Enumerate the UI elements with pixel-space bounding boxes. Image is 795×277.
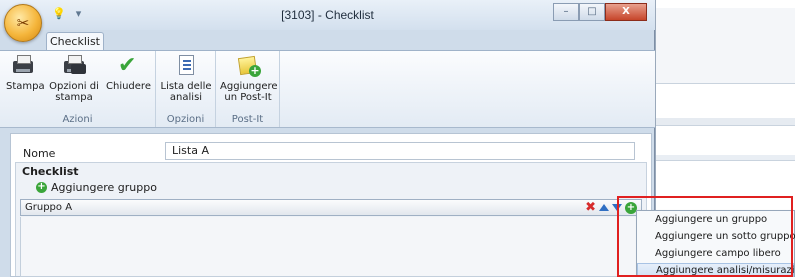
print-options-label: Opzioni di stampa (49, 81, 99, 103)
group-body (20, 217, 642, 277)
printer-icon (11, 55, 35, 77)
add-group-label: Aggiungere gruppo (51, 181, 157, 194)
print-options-button[interactable]: Opzioni di stampa (46, 55, 102, 103)
background-panel (656, 8, 795, 84)
checkmark-icon: ✔ (118, 53, 137, 78)
ribbon: Stampa Opzioni di stampa ✔ Chiudere Azio… (0, 50, 655, 128)
list-document-icon (174, 55, 198, 77)
move-up-icon[interactable] (599, 204, 609, 211)
close-checklist-label: Chiudere (106, 81, 151, 92)
print-options-icon (62, 55, 86, 77)
annotation-highlight (617, 196, 793, 277)
ribbon-group-azioni: Stampa Opzioni di stampa ✔ Chiudere Azio… (0, 51, 156, 127)
application-menu-button[interactable]: ✂ (4, 4, 42, 42)
group-name: Gruppo A (25, 202, 73, 213)
group-label-opzioni: Opzioni (166, 114, 205, 125)
form-content: Nome Lista A Checklist + Aggiungere grup… (10, 133, 652, 277)
close-checklist-button[interactable]: ✔ Chiudere (106, 53, 151, 93)
analysis-list-label: Lista delle analisi (160, 81, 212, 103)
title-bar: 💡 ▾ [3103] - Checklist – □ X (0, 0, 655, 30)
checklist-window: 💡 ▾ [3103] - Checklist – □ X ✂ Checklist… (0, 0, 655, 277)
add-green-icon: + (36, 181, 47, 193)
postit-add-icon: + (236, 55, 261, 77)
add-postit-button[interactable]: + Aggiungere un Post-It (220, 55, 278, 103)
background-divider (656, 118, 795, 126)
checklist-panel: Checklist + Aggiungere gruppo Gruppo A ✖… (15, 162, 647, 277)
ribbon-group-postit: + Aggiungere un Post-It Post-It (216, 51, 280, 127)
name-row: Nome Lista A (11, 140, 651, 162)
group-label-postit: Post-It (231, 114, 264, 125)
group-header-row[interactable]: Gruppo A ✖ + (20, 199, 642, 216)
ribbon-group-opzioni: Lista delle analisi Opzioni (156, 51, 216, 127)
group-label-azioni: Azioni (62, 114, 93, 125)
tab-checklist[interactable]: Checklist (46, 32, 104, 52)
minimize-button[interactable]: – (553, 3, 579, 21)
print-button[interactable]: Stampa (6, 55, 45, 92)
scissors-icon: ✂ (16, 14, 30, 32)
window-controls: – □ X (553, 3, 647, 21)
analysis-list-button[interactable]: Lista delle analisi (160, 55, 212, 103)
add-postit-label: Aggiungere un Post-It (220, 81, 278, 103)
add-group-link[interactable]: + Aggiungere gruppo (36, 181, 157, 194)
name-label: Nome (23, 147, 56, 160)
maximize-button[interactable]: □ (579, 3, 605, 21)
checklist-title: Checklist (22, 165, 79, 178)
background-divider (656, 155, 795, 161)
delete-icon[interactable]: ✖ (585, 201, 596, 214)
ribbon-tab-row: Checklist (0, 30, 655, 52)
close-window-button[interactable]: X (605, 3, 647, 21)
print-button-label: Stampa (6, 81, 45, 92)
name-input[interactable]: Lista A (165, 142, 635, 160)
